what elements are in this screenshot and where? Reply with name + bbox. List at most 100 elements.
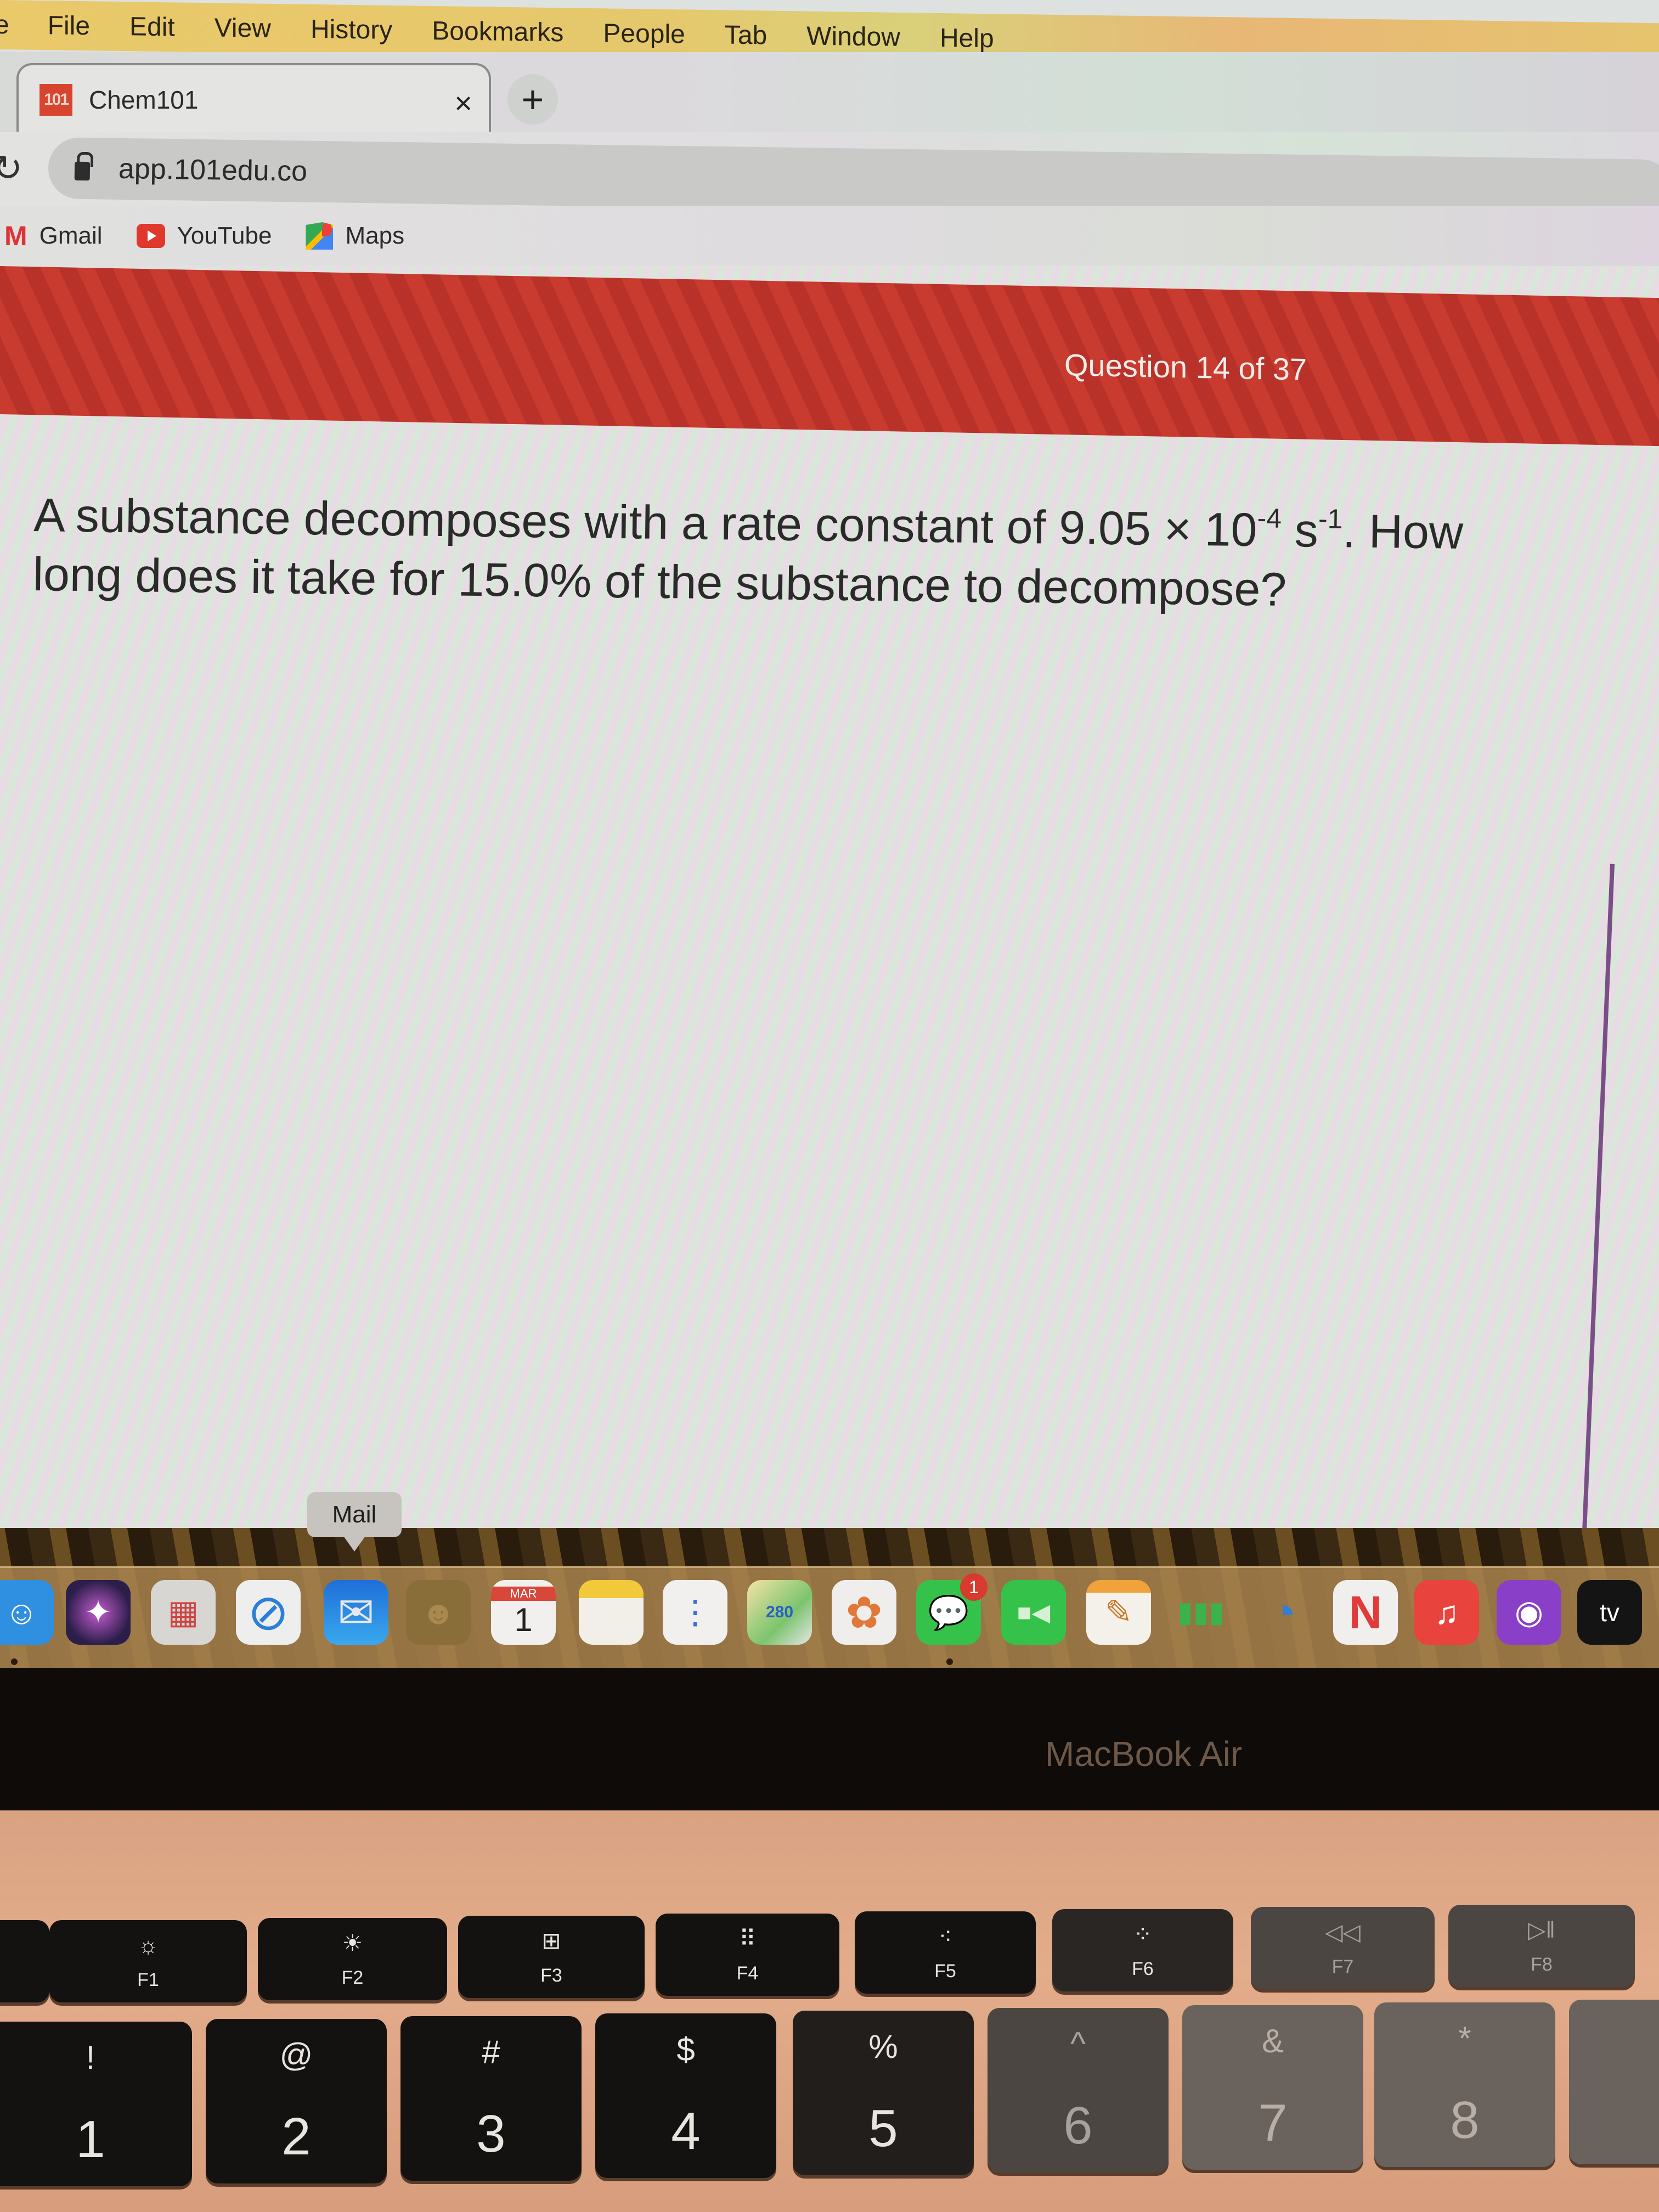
key-label: F6 [1132, 1959, 1154, 1979]
dock-tooltip: Mail [307, 1492, 402, 1551]
contacts-icon[interactable]: ☻ [406, 1580, 471, 1645]
key-9[interactable] [1569, 2000, 1659, 2164]
key-esc[interactable] [0, 1920, 49, 2002]
running-indicator [11, 1658, 18, 1665]
bookmark-label: Gmail [39, 222, 103, 249]
youtube-icon [136, 224, 165, 248]
keynote-icon[interactable]: ◔ [1251, 1580, 1316, 1645]
key-5[interactable]: % 5 [793, 2011, 974, 2175]
menu-view[interactable]: View [215, 13, 271, 43]
mission-control-icon: ⊞ [541, 1928, 561, 1954]
key-label: F3 [540, 1965, 562, 1986]
photos-icon[interactable]: ✿ [832, 1580, 896, 1645]
key-label: F4 [736, 1963, 759, 1984]
key-f4[interactable]: ⠿ F4 [656, 1914, 839, 1996]
launchpad-key-icon: ⠿ [739, 1926, 756, 1951]
key-f1[interactable]: ☼ F1 [49, 1920, 247, 2002]
laptop-model-label: MacBook Air [1045, 1734, 1243, 1774]
apple-tv-glyph: tv [1600, 1598, 1620, 1627]
gmail-icon: M [4, 221, 27, 251]
numbers-icon[interactable]: ▮▮▮ [1169, 1580, 1233, 1645]
lock-icon[interactable] [74, 161, 91, 181]
menu-app[interactable]: e [0, 9, 9, 40]
key-label: F7 [1331, 1956, 1354, 1977]
notes-icon[interactable] [579, 1580, 644, 1645]
bookmark-label: YouTube [177, 222, 272, 249]
quiz-page: Question 14 of 37 A substance decomposes… [0, 266, 1659, 1577]
key-1[interactable]: ! 1 [0, 2022, 192, 2186]
menu-bookmarks[interactable]: Bookmarks [432, 15, 563, 47]
key-label: 4 [671, 2101, 701, 2160]
news-icon[interactable]: N [1333, 1580, 1398, 1645]
bookmarks-bar: M Gmail YouTube Maps [0, 206, 1659, 266]
menu-help[interactable]: Help [940, 22, 994, 53]
calendar-month: MAR [491, 1586, 556, 1601]
key-f2[interactable]: ☀ F2 [258, 1918, 447, 2000]
url-text[interactable]: app.101edu.co [119, 153, 308, 188]
bookmark-maps[interactable]: Maps [306, 222, 404, 250]
calendar-icon[interactable]: MAR 1 [491, 1580, 556, 1645]
calendar-day: 1 [514, 1601, 533, 1638]
keyboard-light-down-icon: ⁖ [938, 1923, 952, 1949]
tab-chem101[interactable]: 101 Chem101 × [16, 63, 491, 134]
siri-icon[interactable]: ✦ [66, 1580, 131, 1645]
key-shift-label: # [482, 2033, 500, 2070]
key-shift-label: @ [279, 2036, 313, 2073]
key-shift-label: % [868, 2028, 898, 2065]
key-2[interactable]: @ 2 [206, 2019, 387, 2183]
brightness-down-icon: ☼ [137, 1932, 159, 1958]
key-f5[interactable]: ⁖ F5 [855, 1911, 1036, 1994]
key-label: F8 [1531, 1954, 1553, 1975]
question-counter: Question 14 of 37 [1064, 347, 1307, 387]
rewind-icon: ◁◁ [1325, 1919, 1361, 1945]
podcasts-icon[interactable]: ◉ [1497, 1580, 1561, 1645]
key-label: 3 [476, 2104, 506, 2163]
music-icon[interactable]: ♫ [1414, 1580, 1479, 1645]
keyboard-light-up-icon: ⁘ [1133, 1921, 1153, 1947]
reminders-glyph: ⋮ [679, 1594, 712, 1630]
contacts-glyph: ☻ [421, 1594, 456, 1631]
numbers-glyph: ▮▮▮ [1177, 1596, 1224, 1628]
apple-tv-icon[interactable]: tv [1577, 1580, 1642, 1645]
key-f7[interactable]: ◁◁ F7 [1251, 1907, 1435, 1989]
reload-icon[interactable]: ↻ [0, 147, 22, 189]
maps-app-icon[interactable]: 280 [747, 1580, 812, 1645]
news-glyph: N [1348, 1586, 1383, 1638]
bookmark-youtube[interactable]: YouTube [136, 222, 272, 250]
facetime-icon[interactable]: ■◀ [1001, 1580, 1066, 1645]
key-f8[interactable]: ▷‖ F8 [1448, 1905, 1635, 1987]
new-tab-button[interactable]: + [507, 74, 558, 125]
key-shift-label: ! [86, 2039, 95, 2076]
key-label: 6 [1063, 2096, 1093, 2155]
launchpad-icon[interactable]: ▦ [151, 1580, 216, 1645]
finder-icon[interactable]: ☺ [0, 1580, 54, 1645]
key-7[interactable]: & 7 [1182, 2005, 1363, 2170]
key-6[interactable]: ^ 6 [988, 2008, 1169, 2172]
safari-glyph: ⊘ [247, 1585, 289, 1640]
key-f6[interactable]: ⁘ F6 [1052, 1909, 1233, 1991]
exponent-rate: -4 [1257, 503, 1282, 534]
tab-title: Chem101 [89, 86, 199, 114]
key-label: 1 [76, 2109, 105, 2169]
browser-toolbar: ↻ app.101edu.co [0, 132, 1659, 222]
key-3[interactable]: # 3 [400, 2016, 582, 2181]
menu-tab[interactable]: Tab [725, 20, 767, 50]
menu-window[interactable]: Window [806, 21, 900, 52]
key-shift-label: & [1261, 2022, 1284, 2059]
bookmark-gmail[interactable]: M Gmail [4, 220, 103, 252]
reminders-icon[interactable]: ⋮ [663, 1580, 727, 1645]
pages-icon[interactable]: ✎ [1086, 1580, 1151, 1645]
key-shift-label: * [1458, 2019, 1471, 2057]
key-f3[interactable]: ⊞ F3 [458, 1916, 645, 1998]
close-tab-icon[interactable]: × [454, 85, 472, 121]
menu-edit[interactable]: Edit [129, 12, 175, 42]
menu-file[interactable]: File [48, 10, 90, 41]
running-indicator [946, 1658, 953, 1665]
safari-icon[interactable]: ⊘ [236, 1580, 301, 1645]
mail-icon[interactable]: ✉ [324, 1580, 388, 1645]
maps-icon [306, 222, 334, 250]
key-4[interactable]: $ 4 [595, 2013, 776, 2178]
key-8[interactable]: * 8 [1374, 2002, 1555, 2167]
menu-people[interactable]: People [603, 18, 685, 49]
menu-history[interactable]: History [311, 14, 392, 45]
